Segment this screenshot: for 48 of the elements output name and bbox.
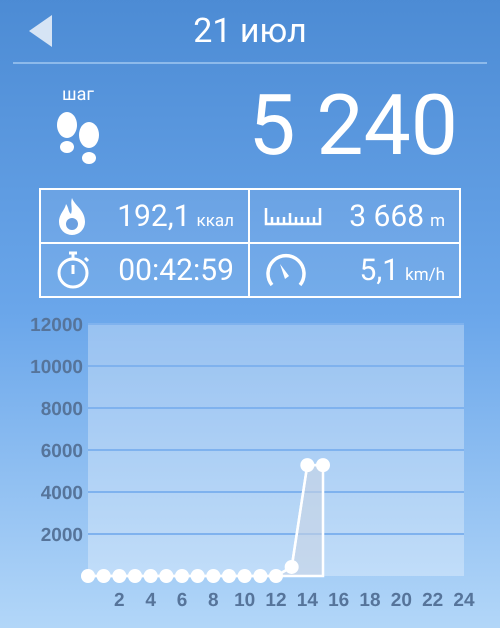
data-point [316, 458, 330, 472]
stat-value: 5,1 [359, 252, 400, 288]
stopwatch-icon [55, 250, 91, 290]
x-tick-label: 16 [328, 590, 350, 611]
x-tick-label: 2 [114, 590, 125, 611]
x-tick-label: 24 [453, 590, 475, 611]
x-tick-label: 14 [296, 590, 318, 611]
data-point [159, 569, 174, 583]
data-point [300, 458, 314, 472]
data-point [96, 569, 111, 583]
data-point [253, 569, 268, 583]
x-tick-label: 22 [422, 590, 444, 611]
stat-value: 3 668 [349, 198, 424, 234]
data-point [190, 569, 205, 583]
data-point [284, 560, 299, 574]
x-tick-label: 20 [390, 590, 412, 611]
steps-label: шаг [62, 84, 94, 104]
data-point [128, 569, 142, 583]
back-icon[interactable] [28, 14, 54, 48]
stat-unit: km/h [405, 264, 445, 284]
data-point [175, 569, 189, 583]
step-count: 5 240 [248, 84, 458, 168]
x-tick-label: 6 [176, 590, 188, 611]
data-point [81, 569, 95, 583]
data-point [269, 569, 283, 583]
data-point [238, 569, 252, 583]
y-tick-label: 2000 [40, 525, 83, 546]
speedometer-icon [264, 252, 308, 288]
x-tick-label: 8 [208, 590, 219, 611]
stat-value: 192,1 [117, 198, 191, 234]
ruler-icon [264, 206, 322, 226]
y-tick-label: 12000 [30, 315, 83, 336]
stat-value: 00:42:59 [118, 252, 234, 288]
y-tick-label: 6000 [40, 441, 83, 462]
data-point [222, 569, 236, 583]
stat-unit: ккал [196, 210, 234, 230]
data-point [144, 569, 158, 583]
x-tick-label: 18 [359, 590, 381, 611]
data-point [112, 569, 126, 583]
y-tick-label: 10000 [30, 357, 83, 378]
y-tick-label: 4000 [40, 483, 83, 504]
date-title: 21 июл [193, 11, 307, 51]
x-tick-label: 4 [145, 590, 156, 611]
x-tick-label: 12 [265, 590, 287, 611]
y-tick-label: 8000 [40, 399, 83, 420]
data-point [206, 569, 220, 583]
x-tick-label: 10 [234, 590, 256, 611]
stat-unit: m [430, 210, 445, 230]
